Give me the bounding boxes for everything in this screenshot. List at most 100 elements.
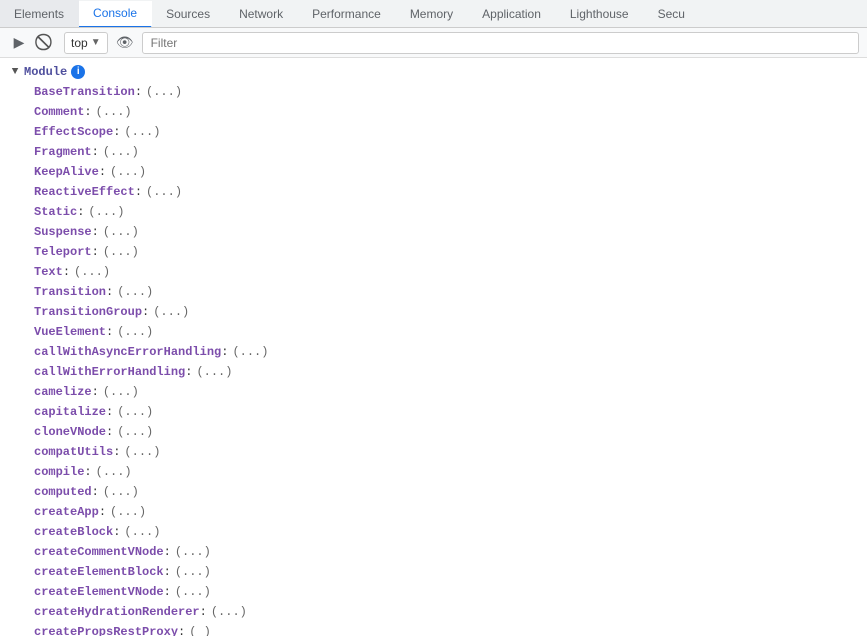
context-dropdown[interactable]: top ▼ bbox=[64, 32, 108, 54]
prop-row[interactable]: capitalize: (...) bbox=[0, 402, 867, 422]
prop-row[interactable]: compile: (...) bbox=[0, 462, 867, 482]
prop-colon: : bbox=[135, 83, 142, 101]
filter-input[interactable] bbox=[142, 32, 859, 54]
prop-colon: : bbox=[99, 163, 106, 181]
prop-key: callWithAsyncErrorHandling bbox=[34, 343, 221, 361]
execute-button[interactable]: ▶ bbox=[8, 32, 30, 54]
prop-value: (...) bbox=[124, 443, 160, 461]
prop-value: (...) bbox=[124, 123, 160, 141]
prop-value: (...) bbox=[124, 523, 160, 541]
prop-value: (...) bbox=[110, 163, 146, 181]
prop-value: (...) bbox=[103, 143, 139, 161]
prop-row[interactable]: Teleport: (...) bbox=[0, 242, 867, 262]
prop-colon: : bbox=[84, 463, 91, 481]
prop-key: Fragment bbox=[34, 143, 92, 161]
tab-sources[interactable]: Sources bbox=[152, 0, 225, 27]
prop-value: (...) bbox=[103, 483, 139, 501]
prop-key: ReactiveEffect bbox=[34, 183, 135, 201]
prop-row[interactable]: camelize: (...) bbox=[0, 382, 867, 402]
prop-key: createPropsRestProxy bbox=[34, 623, 178, 636]
prop-row[interactable]: Comment: (...) bbox=[0, 102, 867, 122]
prop-key: capitalize bbox=[34, 403, 106, 421]
prop-colon: : bbox=[113, 443, 120, 461]
info-badge[interactable]: i bbox=[71, 65, 85, 79]
prop-row[interactable]: createPropsRestProxy: ( ) bbox=[0, 622, 867, 636]
tab-lighthouse[interactable]: Lighthouse bbox=[556, 0, 644, 27]
prop-row[interactable]: EffectScope: (...) bbox=[0, 122, 867, 142]
prop-row[interactable]: compatUtils: (...) bbox=[0, 442, 867, 462]
prop-colon: : bbox=[92, 143, 99, 161]
prop-value: (...) bbox=[110, 503, 146, 521]
prop-row[interactable]: KeepAlive: (...) bbox=[0, 162, 867, 182]
tab-performance[interactable]: Performance bbox=[298, 0, 396, 27]
console-content: ▼ Module i BaseTransition: (...)Comment:… bbox=[0, 58, 867, 636]
prop-colon: : bbox=[92, 483, 99, 501]
prop-colon: : bbox=[221, 343, 228, 361]
prop-row[interactable]: callWithAsyncErrorHandling: (...) bbox=[0, 342, 867, 362]
dropdown-arrow-icon: ▼ bbox=[91, 37, 101, 48]
prop-value: (...) bbox=[117, 323, 153, 341]
prop-row[interactable]: TransitionGroup: (...) bbox=[0, 302, 867, 322]
prop-key: createElementVNode bbox=[34, 583, 164, 601]
prop-colon: : bbox=[106, 403, 113, 421]
prop-colon: : bbox=[77, 203, 84, 221]
tab-memory[interactable]: Memory bbox=[396, 0, 468, 27]
prop-row[interactable]: Transition: (...) bbox=[0, 282, 867, 302]
prop-row[interactable]: ReactiveEffect: (...) bbox=[0, 182, 867, 202]
prop-row[interactable]: VueElement: (...) bbox=[0, 322, 867, 342]
prop-key: Teleport bbox=[34, 243, 92, 261]
prop-row[interactable]: createApp: (...) bbox=[0, 502, 867, 522]
prop-colon: : bbox=[106, 323, 113, 341]
prop-key: createHydrationRenderer bbox=[34, 603, 200, 621]
prop-key: BaseTransition bbox=[34, 83, 135, 101]
prop-value: (...) bbox=[196, 363, 232, 381]
prop-key: Comment bbox=[34, 103, 84, 121]
prop-key: Transition bbox=[34, 283, 106, 301]
prop-value: (...) bbox=[153, 303, 189, 321]
prop-colon: : bbox=[164, 583, 171, 601]
prop-row[interactable]: Suspense: (...) bbox=[0, 222, 867, 242]
prop-key: KeepAlive bbox=[34, 163, 99, 181]
prop-row[interactable]: createBlock: (...) bbox=[0, 522, 867, 542]
prop-row[interactable]: createElementBlock: (...) bbox=[0, 562, 867, 582]
tab-security[interactable]: Secu bbox=[644, 0, 700, 27]
clear-button[interactable]: ⃠ bbox=[36, 32, 58, 54]
prop-key: callWithErrorHandling bbox=[34, 363, 185, 381]
prop-row[interactable]: createElementVNode: (...) bbox=[0, 582, 867, 602]
prop-colon: : bbox=[185, 363, 192, 381]
eye-button[interactable]: 👁 bbox=[114, 32, 136, 54]
prop-row[interactable]: Fragment: (...) bbox=[0, 142, 867, 162]
tab-console[interactable]: Console bbox=[79, 1, 152, 28]
prop-key: Static bbox=[34, 203, 77, 221]
prop-value: (...) bbox=[103, 243, 139, 261]
prop-row[interactable]: createCommentVNode: (...) bbox=[0, 542, 867, 562]
prop-key: createCommentVNode bbox=[34, 543, 164, 561]
tab-bar: Elements Console Sources Network Perform… bbox=[0, 0, 867, 28]
expand-triangle-icon[interactable]: ▼ bbox=[8, 65, 22, 79]
prop-colon: : bbox=[200, 603, 207, 621]
prop-colon: : bbox=[99, 503, 106, 521]
prop-colon: : bbox=[106, 423, 113, 441]
prop-key: Text bbox=[34, 263, 63, 281]
prop-key: createBlock bbox=[34, 523, 113, 541]
prop-row[interactable]: cloneVNode: (...) bbox=[0, 422, 867, 442]
prop-row[interactable]: computed: (...) bbox=[0, 482, 867, 502]
prop-colon: : bbox=[113, 123, 120, 141]
prop-row[interactable]: callWithErrorHandling: (...) bbox=[0, 362, 867, 382]
prop-value: (...) bbox=[175, 543, 211, 561]
prop-row[interactable]: Text: (...) bbox=[0, 262, 867, 282]
prop-key: Suspense bbox=[34, 223, 92, 241]
prop-key: EffectScope bbox=[34, 123, 113, 141]
prop-value: (...) bbox=[103, 383, 139, 401]
prop-key: compile bbox=[34, 463, 84, 481]
tab-elements[interactable]: Elements bbox=[0, 0, 79, 27]
tab-network[interactable]: Network bbox=[225, 0, 298, 27]
prop-value: (...) bbox=[117, 423, 153, 441]
tab-application[interactable]: Application bbox=[468, 0, 556, 27]
prop-key: VueElement bbox=[34, 323, 106, 341]
prop-row[interactable]: Static: (...) bbox=[0, 202, 867, 222]
prop-row[interactable]: BaseTransition: (...) bbox=[0, 82, 867, 102]
prop-colon: : bbox=[135, 183, 142, 201]
prop-row[interactable]: createHydrationRenderer: (...) bbox=[0, 602, 867, 622]
module-row[interactable]: ▼ Module i bbox=[0, 62, 867, 82]
